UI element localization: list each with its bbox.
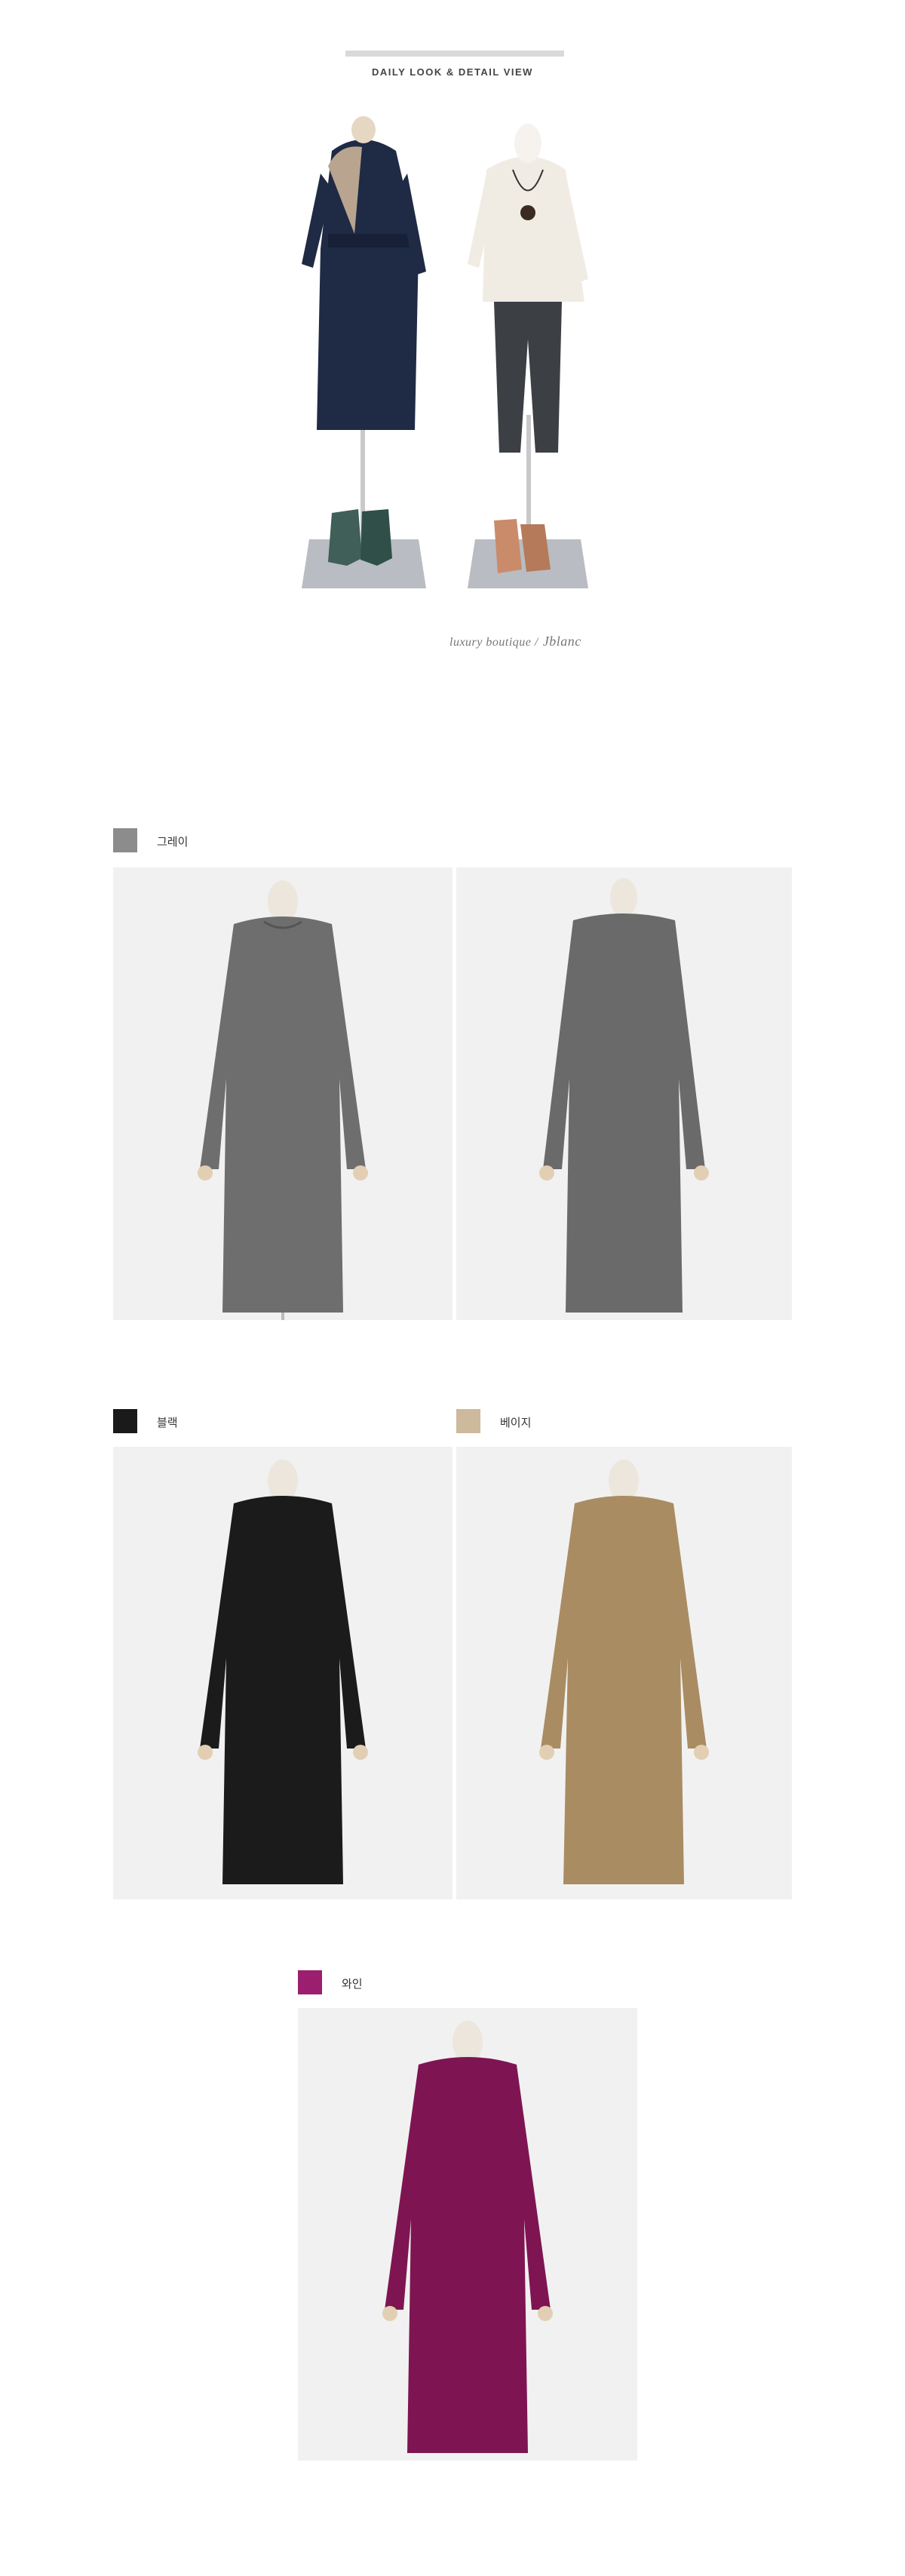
product-photo-beige (456, 1447, 792, 1899)
color-swatch-beige (456, 1409, 480, 1433)
color-label-gray: 그레이 (157, 836, 189, 849)
product-photo-wine (298, 2008, 637, 2461)
color-label-black: 블랙 (157, 1417, 178, 1429)
color-swatch-black (113, 1409, 137, 1433)
color-swatch-gray (113, 828, 137, 852)
product-photo-gray-front (113, 867, 452, 1320)
header-divider-bar (345, 51, 564, 57)
brand-caption-text: luxury boutique / (449, 636, 538, 649)
product-photo-black (113, 1447, 452, 1899)
color-swatch-wine (298, 1970, 322, 1994)
color-label-beige: 베이지 (500, 1417, 532, 1429)
brand-signature: Jblanc (542, 634, 581, 649)
product-photo-gray-back (456, 867, 792, 1320)
section-title: DAILY LOOK & DETAIL VIEW (372, 66, 533, 78)
hero-mannequins-image (287, 113, 634, 603)
brand-caption: luxury boutique / Jblanc (449, 634, 581, 649)
color-label-wine: 와인 (342, 1978, 363, 1991)
